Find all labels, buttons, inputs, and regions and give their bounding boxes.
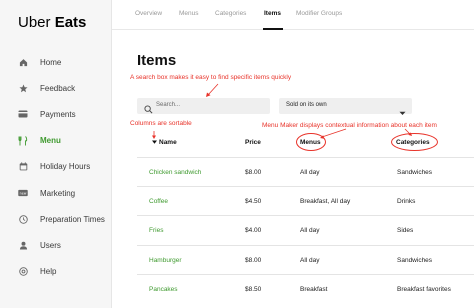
item-name-link[interactable]: Fries bbox=[149, 227, 163, 234]
item-menus: All day bbox=[300, 256, 320, 264]
sort-desc-icon bbox=[152, 140, 157, 144]
item-price: $8.00 bbox=[245, 169, 262, 176]
items-table: Chicken sandwich $8.00 All day Sandwiche… bbox=[137, 157, 474, 303]
table-row[interactable]: Coffee $4.50 Breakfast, All day Drinks bbox=[137, 186, 474, 215]
sortable-annotation: Columns are sortable bbox=[130, 120, 192, 127]
table-row[interactable]: Fries $4.00 All day Sides bbox=[137, 215, 474, 244]
item-price: $4.00 bbox=[245, 227, 262, 235]
sold-filter-select[interactable]: Sold on its own bbox=[279, 98, 412, 115]
search-input[interactable]: Search... bbox=[137, 98, 270, 114]
item-price: $4.50 bbox=[245, 198, 262, 206]
menus-highlight-circle bbox=[296, 133, 326, 151]
categories-highlight-circle bbox=[391, 133, 438, 151]
price-column-header[interactable]: Price bbox=[245, 139, 261, 146]
item-menus: Breakfast, All day bbox=[300, 198, 351, 206]
item-price: $8.00 bbox=[245, 256, 262, 264]
item-name-link[interactable]: Coffee bbox=[149, 198, 168, 205]
table-row[interactable]: Pancakes $8.50 Breakfast Breakfast favor… bbox=[137, 273, 474, 303]
table-row[interactable]: Chicken sandwich $8.00 All day Sandwiche… bbox=[137, 157, 474, 186]
item-menus: Breakfast bbox=[300, 285, 328, 293]
item-price: $8.50 bbox=[245, 285, 262, 293]
menus-annotation-arrow bbox=[321, 128, 347, 138]
item-categories: Sides bbox=[397, 227, 414, 235]
item-categories: Drinks bbox=[397, 198, 416, 206]
name-column-header[interactable]: Name bbox=[152, 139, 177, 146]
search-placeholder: Search... bbox=[156, 102, 181, 108]
menu-maker-annotation: Menu Maker displays contextual informati… bbox=[262, 122, 437, 129]
item-categories: Sandwiches bbox=[397, 256, 433, 264]
select-value: Sold on its own bbox=[286, 102, 327, 108]
item-categories: Sandwiches bbox=[397, 169, 433, 176]
item-name-link[interactable]: Pancakes bbox=[149, 286, 178, 293]
item-name-link[interactable]: Hamburger bbox=[149, 257, 182, 264]
search-annotation: A search box makes it easy to find speci… bbox=[130, 74, 292, 81]
item-menus: All day bbox=[300, 227, 320, 235]
search-icon bbox=[144, 101, 153, 119]
item-categories: Breakfast favorites bbox=[397, 285, 451, 293]
item-name-link[interactable]: Chicken sandwich bbox=[149, 169, 201, 176]
table-row[interactable]: Hamburger $8.00 All day Sandwiches bbox=[137, 244, 474, 274]
search-annotation-arrow bbox=[207, 83, 219, 96]
item-menus: All day bbox=[300, 169, 320, 176]
chevron-down-icon bbox=[399, 103, 406, 121]
